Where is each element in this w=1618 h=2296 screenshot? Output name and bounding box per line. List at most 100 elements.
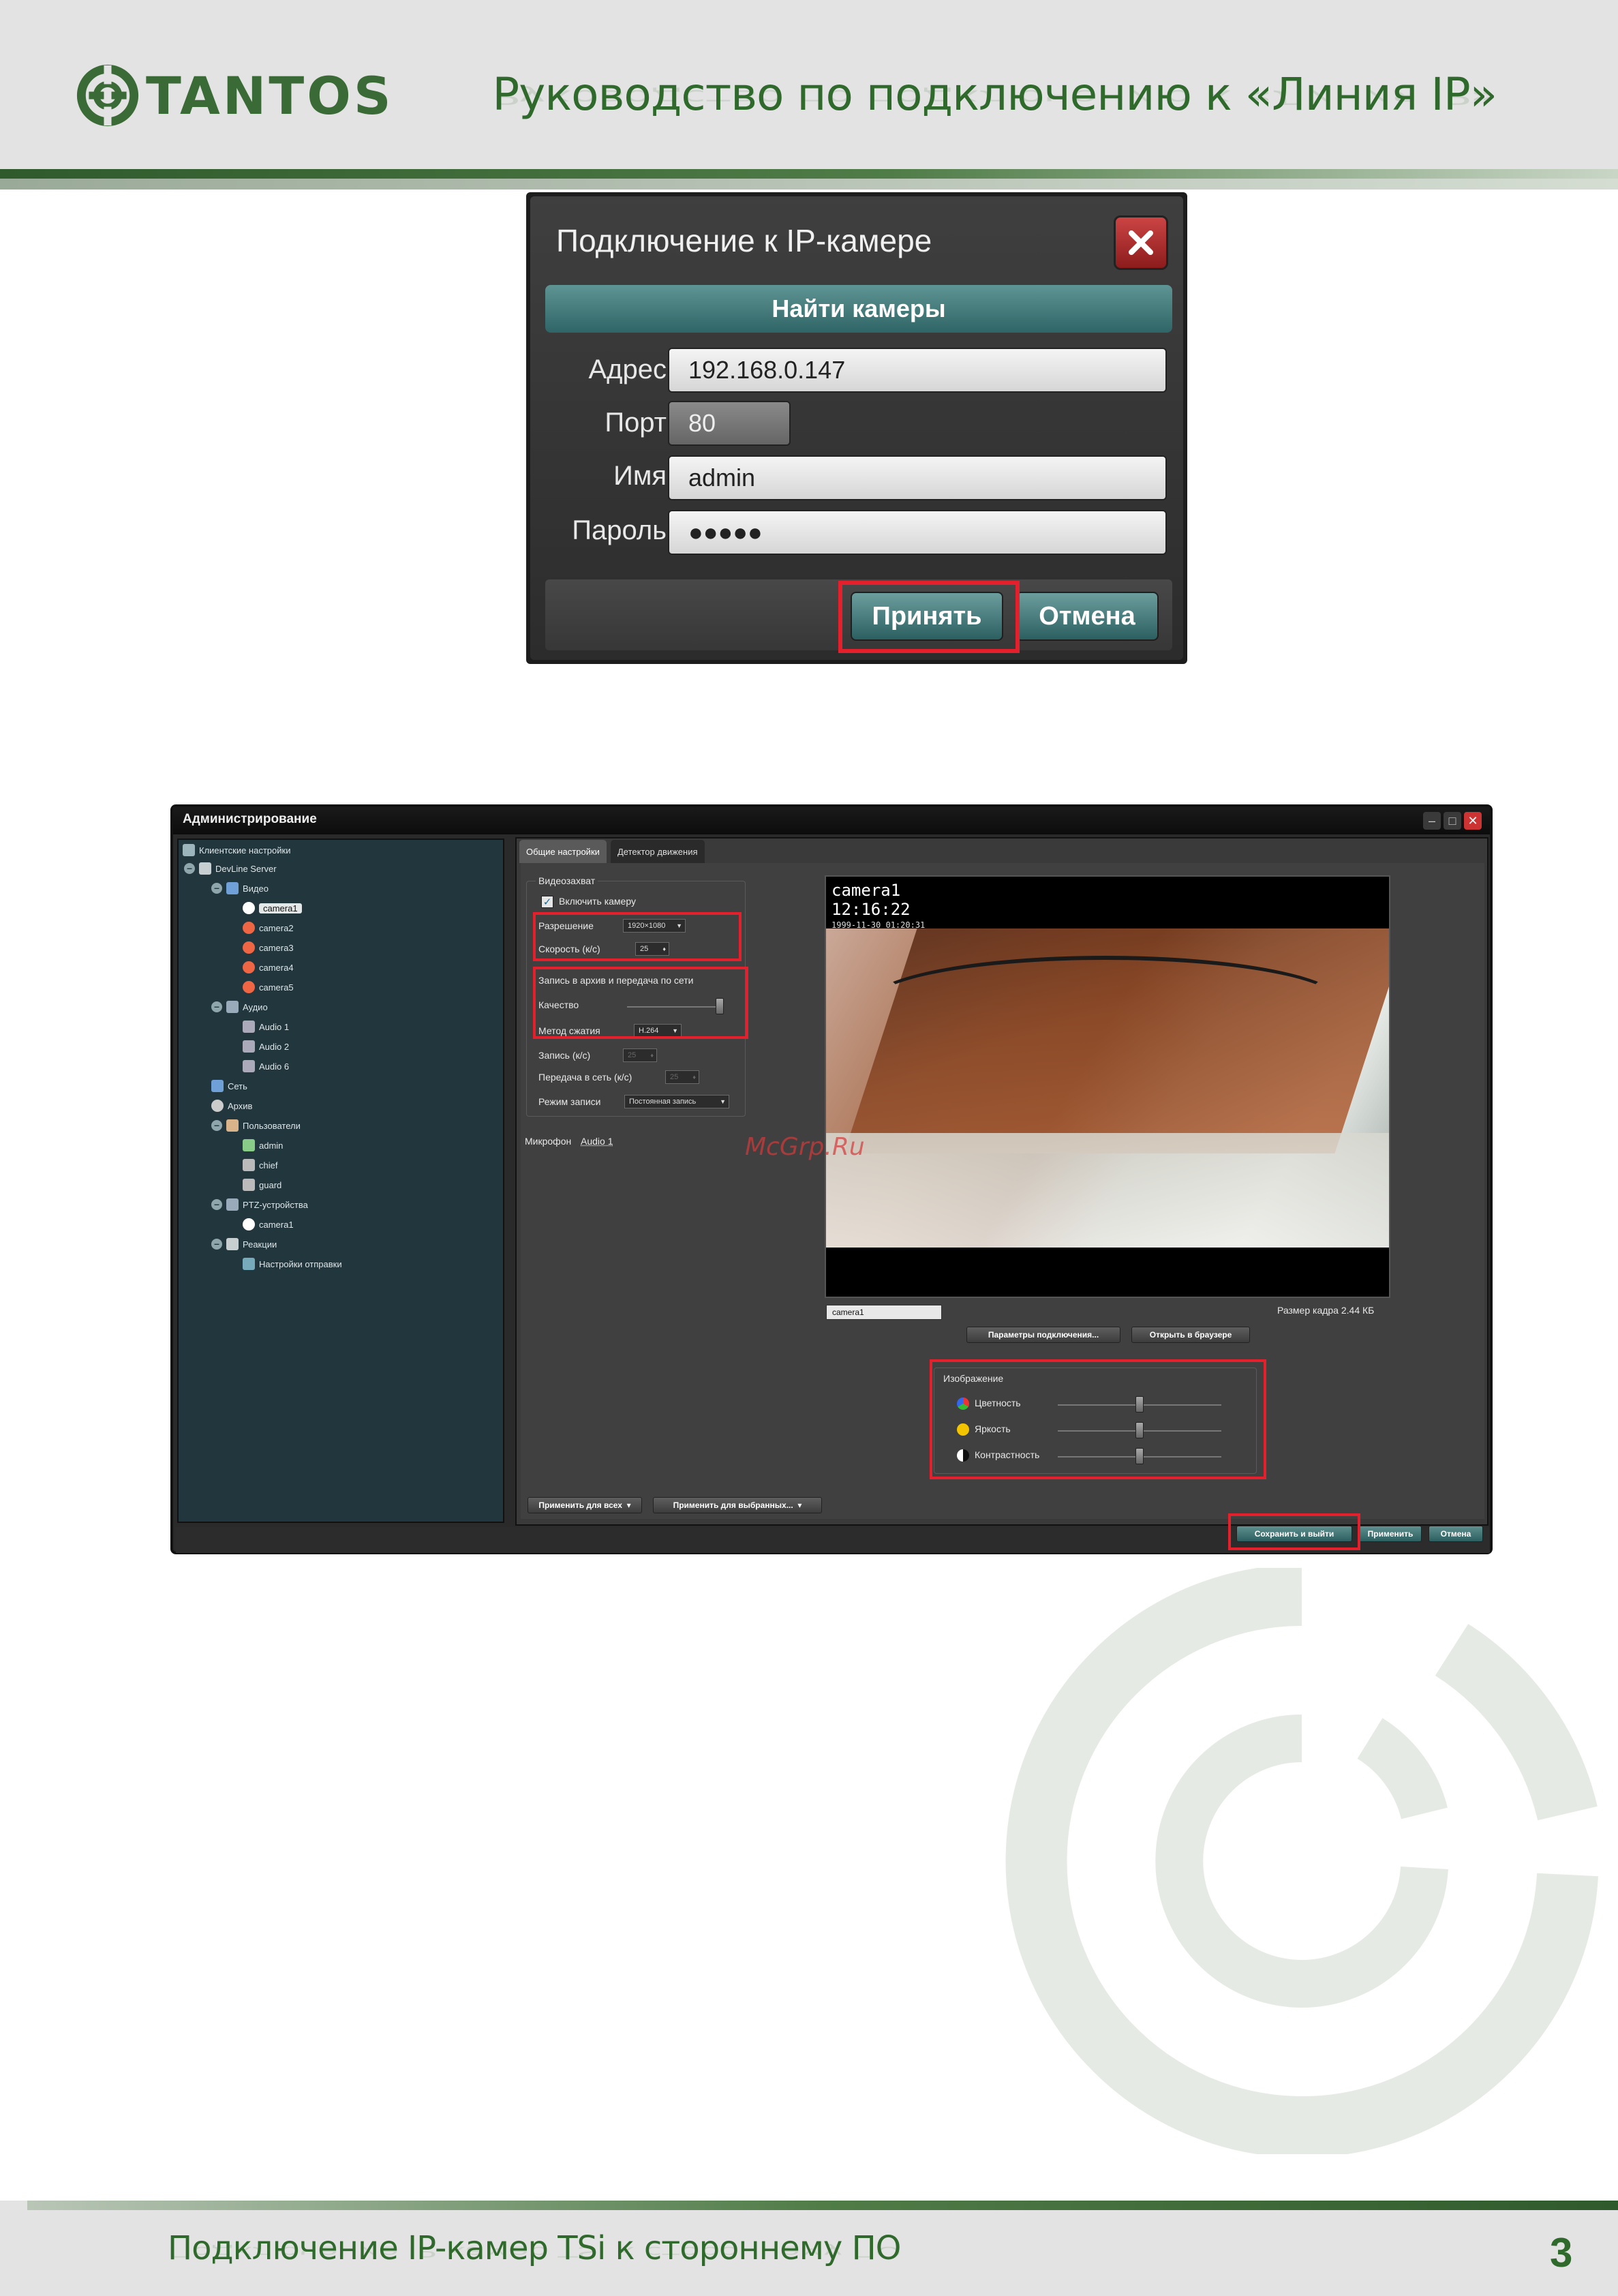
connection-params-button[interactable]: Параметры подключения...	[966, 1327, 1120, 1343]
collapse-icon[interactable]: –	[184, 863, 195, 874]
user-icon	[243, 1139, 255, 1151]
tree-label: camera4	[259, 962, 294, 973]
record-mode-select[interactable]: Постоянная запись ▼	[624, 1095, 729, 1108]
find-cameras-button[interactable]: Найти камеры	[545, 285, 1172, 333]
tree-camera-5[interactable]: camera5	[243, 980, 294, 995]
port-input[interactable]: 80	[668, 401, 791, 446]
image-highlight-frame	[930, 1359, 1266, 1479]
chevron-down-icon: ▾	[797, 1500, 802, 1510]
tree-ptz[interactable]: PTZ-устройства	[226, 1197, 308, 1212]
tree-label: Пользователи	[243, 1120, 301, 1131]
dialog-close-button[interactable]	[1114, 215, 1168, 270]
network-spinner[interactable]: 25 ♦	[665, 1070, 699, 1084]
footer-stripe	[27, 2201, 1618, 2210]
tree-camera-3[interactable]: camera3	[243, 940, 294, 955]
users-icon	[226, 1119, 239, 1132]
send-icon	[243, 1258, 255, 1270]
minimize-button[interactable]: –	[1423, 812, 1441, 830]
close-icon	[1129, 230, 1153, 255]
microphone-link[interactable]: Audio 1	[581, 1136, 613, 1147]
address-input[interactable]: 192.168.0.147	[668, 348, 1167, 393]
tree-user-guard[interactable]: guard	[243, 1177, 281, 1192]
apply-button[interactable]: Применить	[1359, 1526, 1422, 1542]
camera-frame-shape	[867, 956, 1344, 1051]
user-icon	[243, 1179, 255, 1191]
apply-all-button[interactable]: Применить для всех ▾	[528, 1497, 642, 1513]
tree-video[interactable]: Видео	[226, 881, 269, 896]
collapse-icon[interactable]: –	[211, 883, 222, 894]
password-input[interactable]: ●●●●●	[668, 510, 1167, 555]
reactions-icon	[226, 1238, 239, 1250]
collapse-icon[interactable]: –	[211, 1239, 222, 1250]
admin-cancel-button[interactable]: Отмена	[1429, 1526, 1483, 1542]
camera-name-field[interactable]: camera1	[826, 1305, 942, 1320]
window-close-button[interactable]: ✕	[1464, 812, 1482, 830]
tantos-logo-icon	[76, 64, 139, 127]
collapse-icon[interactable]: –	[211, 1120, 222, 1131]
tab-general[interactable]: Общие настройки	[519, 840, 607, 863]
tree-audio[interactable]: Аудио	[226, 999, 268, 1014]
enable-camera-checkbox[interactable]: ✓	[541, 896, 553, 908]
tree-camera-2[interactable]: camera2	[243, 920, 294, 935]
tree-camera-4[interactable]: camera4	[243, 960, 294, 975]
tree-audio-1[interactable]: Audio 1	[243, 1019, 289, 1034]
tree-server[interactable]: DevLine Server	[199, 861, 277, 876]
page-title-reflection: Руководство по подключению к «Линия IP»	[492, 85, 1497, 109]
collapse-icon[interactable]: –	[211, 1001, 222, 1012]
video-osd: 1999-11-30 01:20:31	[831, 920, 926, 930]
camera-icon	[243, 1218, 255, 1230]
watermark-text: McGrp.Ru	[745, 1133, 865, 1161]
admin-titlebar: Администрирование – □ ✕	[173, 807, 1490, 834]
network-value: 25	[670, 1073, 679, 1081]
speaker-icon	[243, 1040, 255, 1053]
tree-camera-1[interactable]: camera1	[243, 901, 302, 916]
tree-client-settings[interactable]: Клиентские настройки	[183, 843, 290, 858]
open-browser-button[interactable]: Открыть в браузере	[1131, 1327, 1250, 1343]
tree-label: Реакции	[243, 1239, 277, 1250]
logo-text: TANTOS	[146, 65, 394, 126]
ip-camera-dialog: Подключение к IP-камере Найти камеры Адр…	[526, 192, 1187, 664]
chevron-down-icon: ▼	[720, 1098, 726, 1105]
tree-user-admin[interactable]: admin	[243, 1138, 283, 1153]
tree-label: PTZ-устройства	[243, 1199, 308, 1210]
tree-network[interactable]: Сеть	[211, 1078, 247, 1093]
tree-label: Аудио	[243, 1001, 268, 1012]
microphone-icon	[226, 1001, 239, 1013]
tree-label: camera2	[259, 922, 294, 933]
video-time: 12:16:22	[831, 900, 911, 919]
tree-users[interactable]: Пользователи	[226, 1118, 301, 1133]
record-mode-value: Постоянная запись	[629, 1098, 697, 1106]
cancel-button[interactable]: Отмена	[1016, 592, 1159, 641]
tree-audio-6[interactable]: Audio 6	[243, 1059, 289, 1074]
dialog-title: Подключение к IP-камере	[556, 223, 932, 258]
camera-offline-icon	[243, 961, 255, 973]
tree-label: camera1	[259, 903, 302, 913]
chevron-down-icon: ▾	[626, 1500, 631, 1510]
header-stripe	[0, 169, 1618, 179]
tree-label: camera1	[259, 1219, 294, 1230]
collapse-icon[interactable]: –	[211, 1199, 222, 1210]
tab-motion-detector[interactable]: Детектор движения	[611, 840, 705, 863]
address-label: Адрес	[588, 354, 667, 384]
camera-offline-icon	[243, 981, 255, 993]
name-input[interactable]: admin	[668, 455, 1167, 500]
maximize-button[interactable]: □	[1444, 812, 1461, 830]
apply-all-label: Применить для всех	[538, 1500, 622, 1510]
camera-offline-icon	[243, 922, 255, 934]
tree-audio-2[interactable]: Audio 2	[243, 1039, 289, 1054]
tree-send-settings[interactable]: Настройки отправки	[243, 1256, 342, 1271]
tree-label: Audio 2	[259, 1041, 290, 1052]
tree-ptz-camera1[interactable]: camera1	[243, 1217, 294, 1232]
tree-archive[interactable]: Архив	[211, 1098, 252, 1113]
tree-reactions[interactable]: Реакции	[226, 1237, 277, 1252]
tree-label: camera5	[259, 982, 294, 993]
resolution-highlight-frame	[533, 912, 742, 961]
tree-label: Видео	[243, 883, 269, 894]
apply-selected-button[interactable]: Применить для выбранных... ▾	[653, 1497, 822, 1513]
video-camera-name: camera1	[831, 881, 901, 900]
tantos-logo: TANTOS	[76, 63, 394, 128]
tree-user-chief[interactable]: chief	[243, 1158, 277, 1173]
archive-icon	[211, 1100, 224, 1112]
record-spinner[interactable]: 25 ♦	[623, 1048, 657, 1062]
tree-label: guard	[259, 1179, 282, 1190]
